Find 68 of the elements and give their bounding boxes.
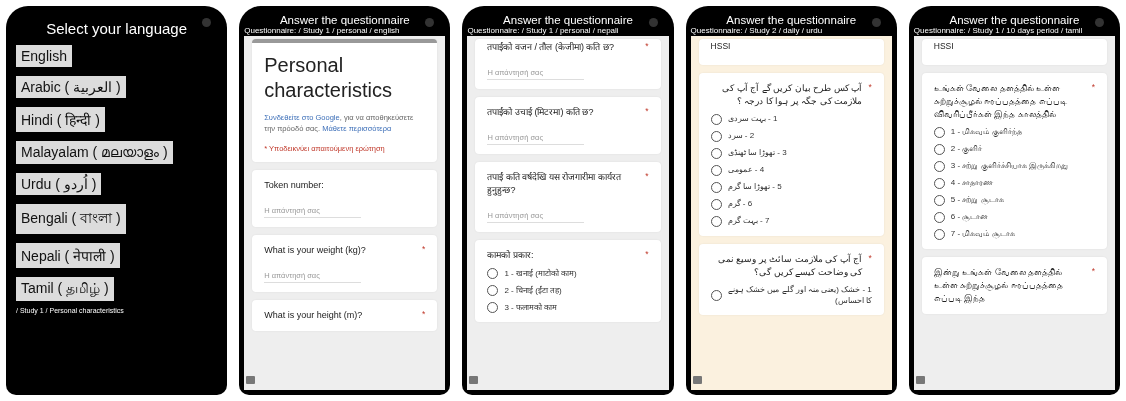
option-label: 5 - تھوڑا سا گرم: [727, 182, 782, 193]
feedback-icon[interactable]: [246, 376, 256, 384]
question-text: कामको प्रकार:: [487, 249, 534, 263]
question-text: உங்கள் வேலை தளத்தில் உள்ள சுற்றுச்சூழல் ஈரப்பதத்தை எப்படி விவரிப்பீர்கள் இந்த காலத்தில்: [933, 82, 1068, 122]
option-label: 4 - عمومی: [727, 165, 765, 176]
camera-icon: [425, 18, 435, 27]
feedback-icon[interactable]: [469, 376, 479, 384]
option-label: 3 - சற்று குளிர்ச்சியாக இருக்கிறது: [950, 161, 1068, 172]
language-button[interactable]: Urdu ( اُردو ): [16, 173, 102, 195]
question-text: இன்று உங்கள் வேலை தளத்தில் உள்ள சுற்றுச்சூழல் ஈரப்பதத்தை எப்படி இந்த: [933, 266, 1064, 306]
required-mark: *: [645, 106, 649, 119]
question-text: آج آپ کی ملازمت سائٹ پر وسیع نمی کی وضاحت کیسے کریں گی؟: [717, 253, 863, 280]
section-label: HSSI: [710, 41, 731, 51]
required-mark: *: [645, 249, 649, 262]
screen-title: Select your language: [46, 20, 188, 37]
option-label: 1 - خشک (یعنی منہ اور گلے میں خشک ہونے کا احساس): [727, 285, 872, 306]
required-mark: *: [645, 41, 649, 53]
option-label: 4 - சாதாரண: [950, 178, 994, 189]
screen-title: Answer the questionnaire: [726, 14, 857, 26]
option-label: 1 - மிகவும் குளிர்ந்த: [950, 127, 1022, 138]
questionnaire-path: Questionnaire: / Study 1 / 10 days period / tamil: [913, 26, 1084, 35]
required-mark: *: [1091, 82, 1095, 94]
screen-title: Answer the questionnaire: [503, 14, 633, 26]
language-button[interactable]: Nepali ( नेपाली ): [16, 243, 120, 268]
required-mark: *: [422, 309, 426, 322]
feedback-icon[interactable]: [915, 376, 925, 384]
option-label: 7 - மிகவும் சூடாக: [950, 229, 1015, 240]
option-label: 2 - குளிர்: [950, 144, 983, 155]
option-label: 7 - بہت گرم: [727, 216, 770, 227]
screen-title: Answer the questionnaire: [949, 14, 1080, 26]
required-mark: *: [868, 82, 872, 94]
questionnaire-path: Questionnaire: / Study 2 / daily / urdu: [690, 26, 824, 35]
option-label: 2 - سرد: [727, 131, 755, 142]
question-text: तपाईंको वजन / तौल (केजीमा) कति छ?: [487, 41, 614, 54]
language-button[interactable]: Tamil ( தமிழ் ): [16, 277, 114, 301]
required-mark: *: [868, 253, 872, 266]
option-label: 1 - खनाई (माटोको काम): [504, 268, 577, 279]
option-label: 6 - گرم: [727, 199, 753, 210]
section-label: HSSI: [933, 41, 954, 51]
required-mark: *: [422, 244, 426, 257]
question-text: What is your height (m)?: [264, 309, 363, 323]
language-button[interactable]: Malayalam ( മലയാളം ): [16, 141, 173, 164]
option-label: 2 - चिनाई (ईंटा तह): [504, 285, 562, 296]
form-title: Personal characteristics: [264, 53, 393, 103]
language-button[interactable]: Hindi ( हिन्दी ): [16, 107, 105, 132]
option-label: 6 - சூடான: [950, 212, 989, 223]
option-label: 5 - சற்று சூடாக: [950, 195, 1004, 206]
question-text: तपाईं कति वर्षदेखि यस रोजगारीमा कार्यरत हुनुहुन्छ?: [487, 171, 622, 198]
option-label: 1 - بہت سردی: [727, 114, 778, 125]
required-mark: *: [645, 171, 649, 184]
required-mark: *: [1091, 266, 1095, 279]
camera-icon: [1095, 18, 1104, 27]
camera-icon: [648, 18, 658, 27]
camera-icon: [202, 18, 212, 27]
questionnaire-path: Questionnaire: / Study 1 / personal / english: [244, 26, 401, 35]
language-button[interactable]: English: [16, 45, 72, 67]
camera-icon: [871, 18, 881, 27]
question-text: آپ کس طرح بیان کریں گے آج آپ کی ملازمت کی جگہ پر ہوا کا درجہ ؟: [721, 82, 863, 109]
option-label: 3 - फलामको काम: [504, 302, 558, 313]
question-text: तपाईंको उचाई (मिटरमा) कति छ?: [487, 106, 594, 120]
language-button[interactable]: Arabic ( العربية ): [16, 76, 126, 98]
feedback-icon[interactable]: [692, 376, 702, 384]
questionnaire-path: Questionnaire: / Study 1 / personal / nepali: [467, 26, 620, 35]
screen-title: Answer the questionnaire: [279, 14, 410, 26]
language-button[interactable]: Bengali ( বাংলা ): [16, 204, 126, 234]
option-label: 3 - تھوڑا سا ٹھنڈی: [727, 148, 787, 159]
question-text: Token number:: [264, 179, 324, 192]
question-text: What is your weight (kg)?: [264, 244, 366, 258]
